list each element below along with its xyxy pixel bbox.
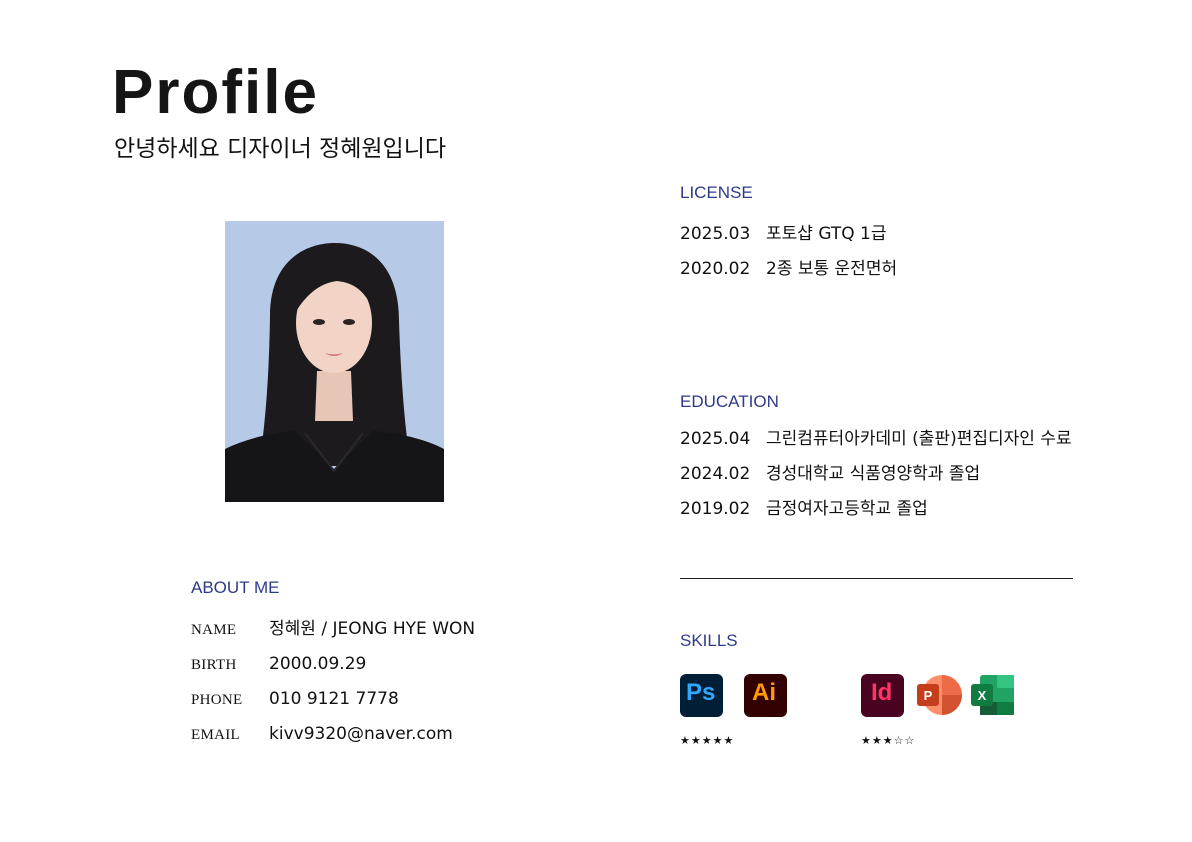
education-date: 2024.02: [680, 464, 751, 484]
education-item: 2025.04 그린컴퓨터아카데미 (출판)편집디자인 수료: [680, 431, 1072, 448]
license-heading: LICENSE: [680, 183, 753, 202]
page-title: Profile: [112, 58, 319, 127]
illustrator-icon: Ai: [744, 674, 787, 717]
name-label: NAME: [191, 622, 237, 638]
svg-text:X: X: [978, 688, 987, 703]
photoshop-icon: Ps: [680, 674, 723, 717]
license-item: 2025.03 포토샵 GTQ 1급: [680, 226, 887, 243]
education-text: 그린컴퓨터아카데미 (출판)편집디자인 수료: [766, 429, 1072, 449]
education-item: 2019.02 금정여자고등학교 졸업: [680, 501, 928, 518]
page-subtitle: 안녕하세요 디자이너 정혜원입니다: [114, 136, 447, 162]
profile-photo: [225, 221, 444, 502]
license-text: 포토샵 GTQ 1급: [766, 224, 887, 244]
education-item: 2024.02 경성대학교 식품영양학과 졸업: [680, 466, 980, 483]
license-date: 2025.03: [680, 224, 751, 244]
email-value: kivv9320@naver.com: [269, 724, 453, 744]
education-date: 2025.04: [680, 429, 751, 449]
license-text: 2종 보통 운전면허: [766, 259, 898, 279]
svg-text:P: P: [924, 688, 933, 703]
phone-label: PHONE: [191, 692, 243, 708]
name-value: 정혜원 / JEONG HYE WON: [269, 619, 476, 639]
license-date: 2020.02: [680, 259, 751, 279]
education-date: 2019.02: [680, 499, 751, 519]
rating-stars-group2: ★★★☆☆: [861, 734, 916, 747]
skills-heading: SKILLS: [680, 631, 738, 650]
license-item: 2020.02 2종 보통 운전면허: [680, 261, 897, 278]
about-heading: ABOUT ME: [191, 578, 280, 597]
phone-value: 010 9121 7778: [269, 689, 399, 709]
education-text: 금정여자고등학교 졸업: [766, 499, 928, 519]
education-text: 경성대학교 식품영양학과 졸업: [766, 464, 981, 484]
powerpoint-icon: P: [916, 674, 964, 717]
rating-stars-group1: ★★★★★: [680, 734, 735, 747]
email-label: EMAIL: [191, 727, 240, 743]
excel-icon: X: [970, 674, 1016, 717]
education-heading: EDUCATION: [680, 392, 779, 411]
birth-label: BIRTH: [191, 657, 237, 673]
indesign-icon: Id: [861, 674, 904, 717]
section-divider: [680, 578, 1073, 579]
birth-value: 2000.09.29: [269, 654, 367, 674]
